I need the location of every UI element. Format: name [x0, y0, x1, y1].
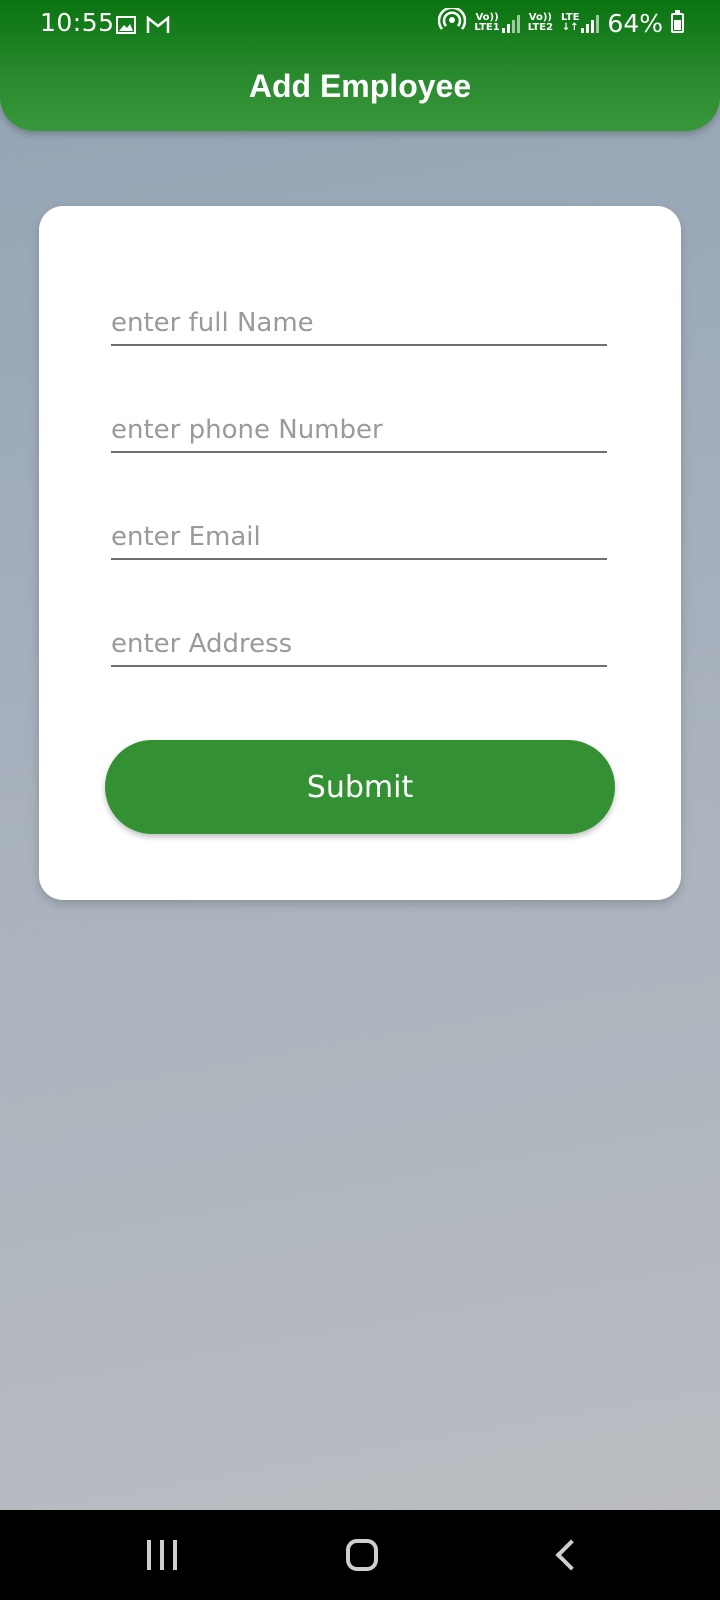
notification-icons: [116, 11, 170, 40]
battery-icon: [671, 10, 684, 33]
home-icon: [346, 1539, 378, 1571]
system-icons: Vo)) LTE1 Vo)) LTE2 LTE ↓↑ 64%: [438, 6, 684, 38]
hotspot-icon: [438, 6, 467, 38]
home-button[interactable]: [302, 1510, 422, 1600]
phone-number-input[interactable]: [111, 403, 607, 451]
lte-label: LTE: [561, 12, 580, 23]
lte-signal-icon: LTE ↓↑: [561, 12, 600, 33]
gmail-icon: [146, 11, 170, 40]
app-header: 10:55 Vo)) LTE1 Vo)) LTE2 LTE ↓↑ 64% Add…: [0, 0, 720, 131]
full-name-input[interactable]: [111, 296, 607, 344]
volte-lte2-signal-icon: Vo)) LTE2: [528, 13, 553, 33]
email-field[interactable]: [111, 510, 607, 560]
lte1-label-bottom: LTE1: [474, 22, 500, 33]
employee-form-card: Submit: [39, 206, 681, 900]
full-name-field[interactable]: [111, 296, 607, 346]
back-icon: [555, 1539, 587, 1571]
page-title: Add Employee: [248, 68, 472, 104]
navigation-bar: [0, 1510, 720, 1600]
submit-button[interactable]: Submit: [105, 740, 615, 834]
lte2-label-bottom: LTE2: [527, 22, 554, 33]
recents-icon: [147, 1540, 177, 1570]
address-field[interactable]: [111, 617, 607, 667]
battery-percent: 64%: [607, 8, 663, 38]
back-button[interactable]: [506, 1510, 626, 1600]
volte-lte1-signal-icon: Vo)) LTE1: [474, 13, 520, 33]
recents-button[interactable]: [102, 1510, 222, 1600]
status-bar: 10:55 Vo)) LTE1 Vo)) LTE2 LTE ↓↑ 64%: [0, 0, 720, 46]
image-icon: [116, 11, 136, 40]
address-input[interactable]: [111, 617, 607, 665]
status-time: 10:55: [40, 8, 115, 37]
phone-number-field[interactable]: [111, 403, 607, 453]
email-input[interactable]: [111, 510, 607, 558]
